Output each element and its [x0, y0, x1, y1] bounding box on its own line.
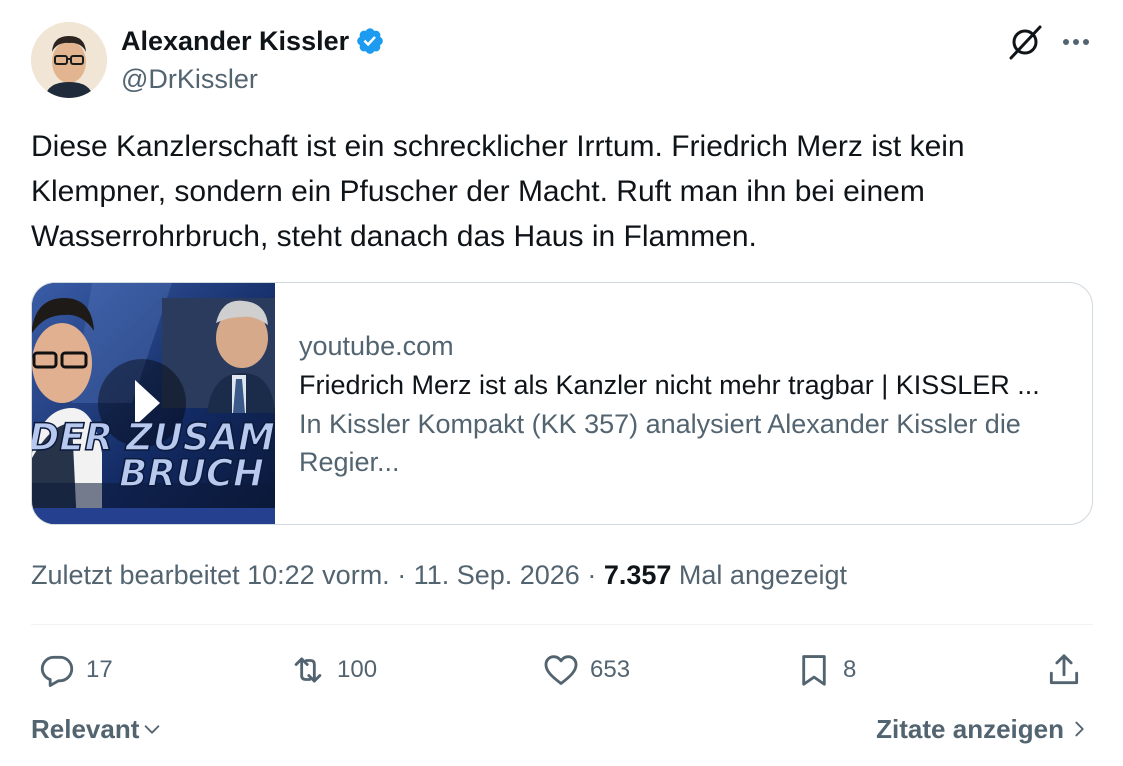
- edited-timestamp[interactable]: Zuletzt bearbeitet 10:22 vorm. · 11. Sep…: [31, 560, 596, 590]
- bookmark-count: 8: [843, 656, 857, 683]
- tweet-text: Diese Kanzlerschaft ist ein schreckliche…: [31, 130, 965, 253]
- reply-icon: [40, 655, 74, 687]
- link-description: In Kissler Kompakt (KK 357) analysiert A…: [299, 408, 1021, 477]
- grok-icon[interactable]: [1005, 22, 1045, 62]
- avatar[interactable]: [31, 22, 107, 98]
- verified-badge-icon: [357, 28, 383, 54]
- views-count: 7.357: [603, 560, 672, 590]
- view-quotes-link[interactable]: Zitate anzeigen: [876, 712, 1088, 746]
- heart-icon: [544, 655, 578, 685]
- repost-count: 100: [337, 656, 378, 683]
- like-count: 653: [590, 656, 631, 683]
- like-button[interactable]: 653: [542, 648, 630, 692]
- video-thumbnail[interactable]: DER ZUSAM BRUCH: [32, 283, 275, 524]
- sort-label: Relevant: [31, 714, 140, 744]
- share-icon: [1049, 654, 1079, 685]
- link-domain: youtube.com: [299, 330, 454, 361]
- reply-count: 17: [86, 656, 113, 683]
- more-options-icon[interactable]: [1058, 26, 1094, 58]
- tweet-meta: Zuletzt bearbeitet 10:22 vorm. · 11. Sep…: [31, 557, 847, 593]
- repost-icon: [294, 657, 322, 683]
- link-title: Friedrich Merz ist als Kanzler nicht meh…: [299, 369, 1040, 400]
- author-handle[interactable]: @DrKissler: [121, 62, 258, 96]
- quotes-label: Zitate anzeigen: [876, 714, 1064, 744]
- views-label: Mal angezeigt: [678, 560, 848, 590]
- author-name-row[interactable]: Alexander Kissler: [121, 24, 385, 58]
- reply-button[interactable]: 17: [38, 648, 113, 692]
- share-button[interactable]: [1045, 648, 1083, 692]
- divider: [31, 624, 1093, 625]
- chevron-down-icon: [145, 725, 160, 734]
- repost-button[interactable]: 100: [289, 648, 377, 692]
- link-preview-card[interactable]: DER ZUSAM BRUCH youtube.com Friedrich Me…: [31, 282, 1093, 525]
- bookmark-icon: [802, 655, 826, 686]
- thumbnail-image: DER ZUSAM BRUCH: [32, 283, 275, 524]
- link-preview-body[interactable]: youtube.com Friedrich Merz ist als Kanzl…: [275, 283, 1092, 524]
- chevron-right-icon: [1075, 721, 1084, 737]
- avatar-image: [31, 22, 107, 98]
- author-name[interactable]: Alexander Kissler: [121, 24, 349, 58]
- sort-dropdown[interactable]: Relevant: [31, 712, 163, 746]
- thumbnail-headline-line2: BRUCH: [119, 452, 264, 495]
- bookmark-button[interactable]: 8: [795, 648, 856, 692]
